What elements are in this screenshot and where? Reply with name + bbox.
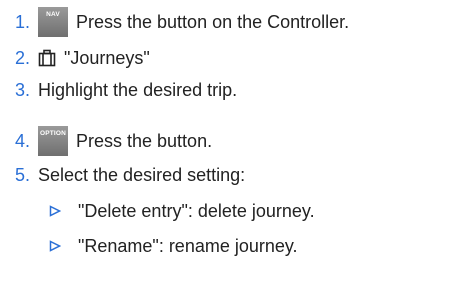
step-text: Press the button on the Controller. (76, 12, 350, 32)
step-number: 5. (14, 165, 30, 185)
option-button-icon: OPTION (38, 126, 68, 156)
step-1: 1. NAV Press the button on the Controlle… (0, 7, 349, 37)
setting-item-delete: "Delete entry": delete journey. (49, 200, 315, 222)
triangle-bullet-icon (49, 205, 61, 217)
triangle-bullet-icon (49, 240, 61, 252)
setting-text: "Rename": rename journey. (78, 236, 298, 256)
step-4: 4. OPTION Press the button. (0, 126, 212, 156)
briefcase-icon (38, 49, 56, 67)
step-number: 3. (14, 80, 30, 100)
step-2: 2. "Journeys" (0, 47, 150, 69)
step-text: Select the desired setting: (38, 165, 246, 185)
step-text: "Journeys" (64, 48, 150, 68)
step-text: Highlight the desired trip. (38, 80, 238, 100)
step-5: 5. Select the desired setting: (0, 164, 245, 186)
setting-item-rename: "Rename": rename journey. (49, 235, 298, 257)
nav-button-icon: NAV (38, 7, 68, 37)
step-text: Press the button. (76, 131, 213, 151)
step-number: 4. (14, 131, 30, 151)
step-number: 1. (14, 12, 30, 32)
step-3: 3. Highlight the desired trip. (0, 79, 237, 101)
setting-text: "Delete entry": delete journey. (78, 201, 315, 221)
step-number: 2. (14, 48, 30, 68)
